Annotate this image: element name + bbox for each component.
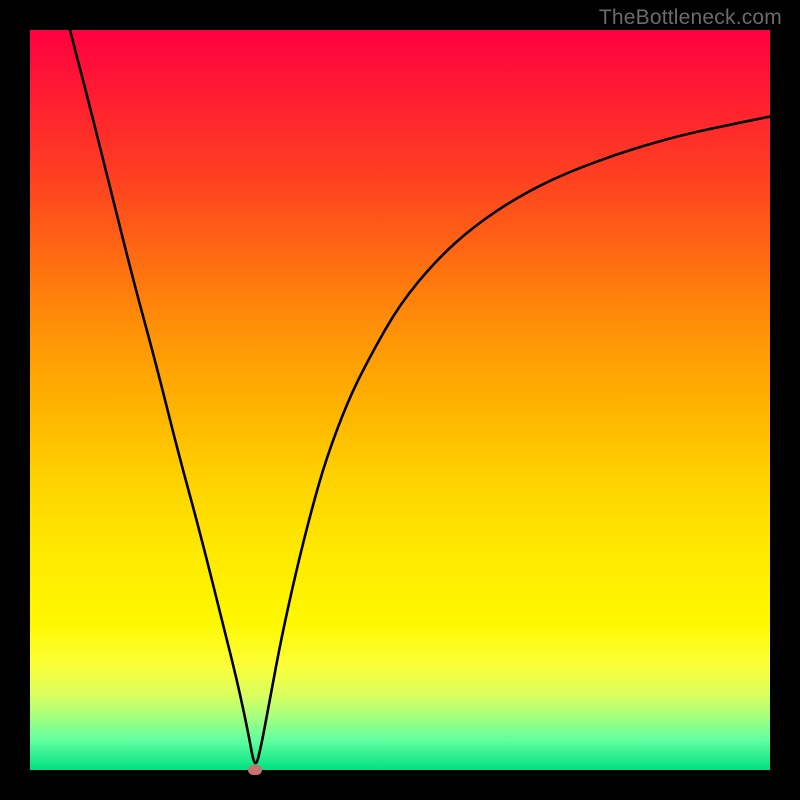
plot-area xyxy=(30,30,770,770)
watermark-text: TheBottleneck.com xyxy=(599,6,782,30)
curve-svg xyxy=(30,30,770,770)
min-point-marker xyxy=(248,765,262,775)
bottleneck-curve xyxy=(70,30,770,763)
chart-container: TheBottleneck.com xyxy=(0,0,800,800)
